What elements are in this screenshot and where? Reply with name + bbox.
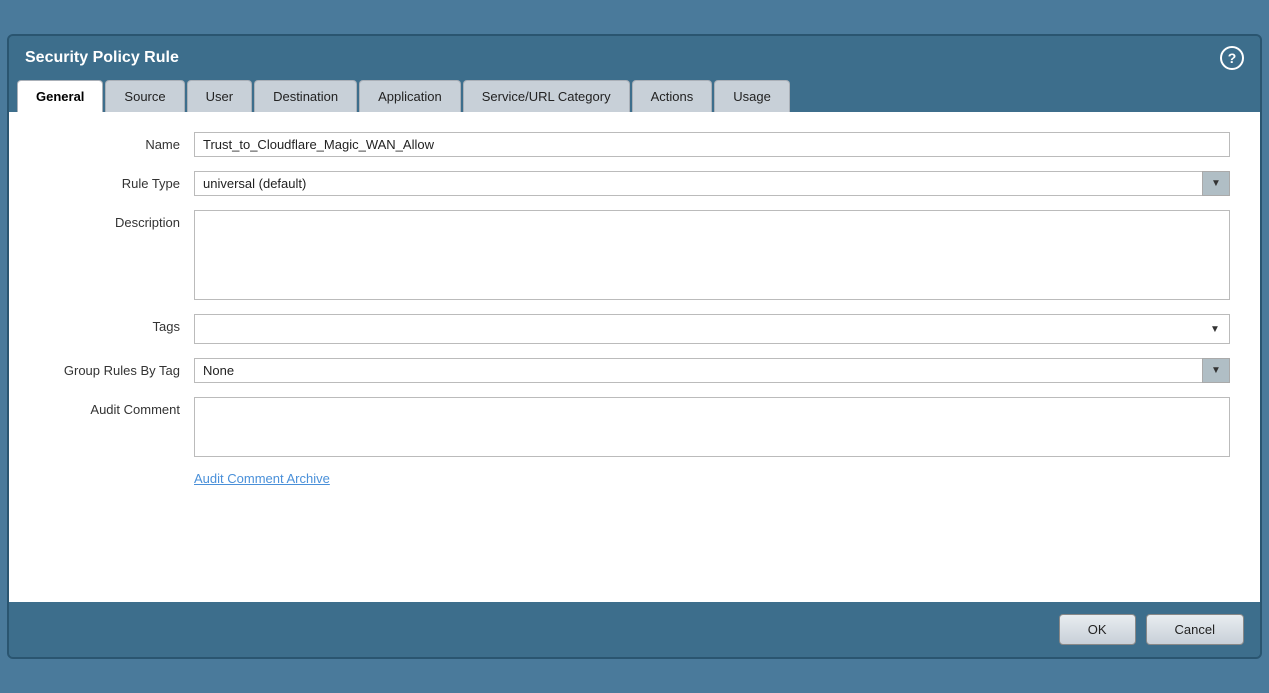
rule-type-row: Rule Type universal (default)interzonein… [39,171,1230,196]
group-rules-label: Group Rules By Tag [39,358,194,378]
audit-comment-textarea[interactable] [194,397,1230,457]
tags-label: Tags [39,314,194,334]
group-rules-row: Group Rules By Tag None [39,358,1230,383]
tab-bar: General Source User Destination Applicat… [9,80,1260,112]
form-content: Name Rule Type universal (default)interz… [9,112,1260,602]
audit-archive-row: Audit Comment Archive [39,471,1230,486]
description-textarea[interactable] [194,210,1230,300]
audit-comment-row: Audit Comment [39,397,1230,457]
tab-source[interactable]: Source [105,80,184,112]
tags-row: Tags [39,314,1230,344]
name-row: Name [39,132,1230,157]
tab-user[interactable]: User [187,80,252,112]
dialog-footer: OK Cancel [9,602,1260,657]
audit-comment-label: Audit Comment [39,397,194,417]
name-label: Name [39,132,194,152]
ok-button[interactable]: OK [1059,614,1136,645]
description-label: Description [39,210,194,230]
rule-type-label: Rule Type [39,171,194,191]
security-policy-rule-dialog: Security Policy Rule ? General Source Us… [7,34,1262,659]
tab-general[interactable]: General [17,80,103,112]
description-row: Description [39,210,1230,300]
audit-comment-archive-link[interactable]: Audit Comment Archive [194,471,330,486]
tags-dropdown-arrow[interactable] [1201,315,1229,343]
group-rules-wrapper: None [194,358,1230,383]
rule-type-select[interactable]: universal (default)interzoneintrazone [194,171,1230,196]
tags-wrapper[interactable] [194,314,1230,344]
rule-type-wrapper: universal (default)interzoneintrazone [194,171,1230,196]
title-bar: Security Policy Rule ? [9,36,1260,80]
tab-actions[interactable]: Actions [632,80,713,112]
help-button[interactable]: ? [1220,46,1244,70]
name-input[interactable] [194,132,1230,157]
tab-destination[interactable]: Destination [254,80,357,112]
tab-usage[interactable]: Usage [714,80,790,112]
tab-service-url[interactable]: Service/URL Category [463,80,630,112]
tab-application[interactable]: Application [359,80,461,112]
dialog-title: Security Policy Rule [25,49,179,67]
group-rules-select[interactable]: None [194,358,1230,383]
cancel-button[interactable]: Cancel [1146,614,1244,645]
